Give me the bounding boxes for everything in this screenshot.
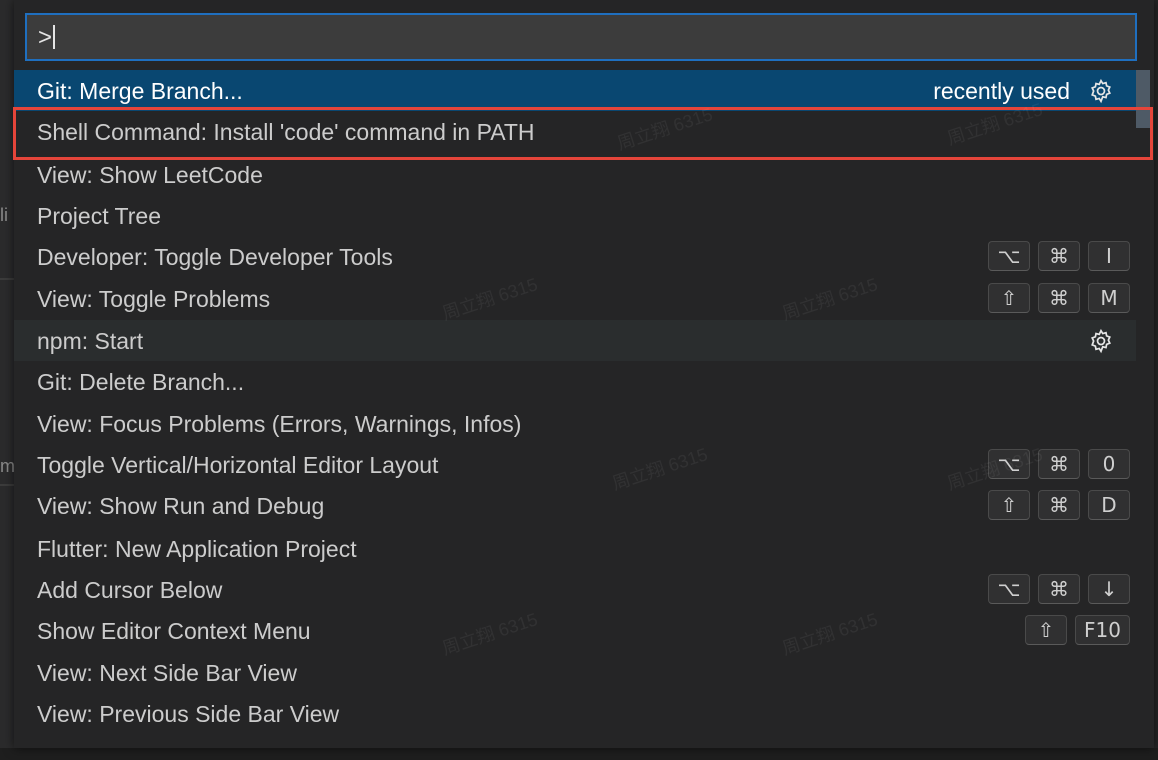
keybinding-key: ⇧ — [988, 490, 1030, 520]
command-item[interactable]: View: Show Run and Debug ⇧ ⌘ D — [14, 485, 1136, 526]
command-item[interactable]: View: Next Side Bar View — [14, 652, 1136, 693]
gear-icon[interactable] — [1088, 328, 1114, 354]
command-item[interactable]: Git: Merge Branch... recently used — [14, 70, 1136, 111]
background-divider — [0, 278, 14, 280]
command-item-label: Toggle Vertical/Horizontal Editor Layout — [37, 452, 439, 478]
command-item-label: View: Toggle Problems — [37, 286, 271, 312]
command-item-label: Git: Delete Branch... — [37, 369, 245, 395]
background-edge-text: li — [0, 205, 8, 225]
command-item-label: Show Editor Context Menu — [37, 618, 311, 644]
command-item[interactable]: View: Previous Side Bar View — [14, 693, 1136, 734]
command-item-label: View: Next Side Bar View — [37, 660, 297, 686]
command-item-label: View: Show Run and Debug — [37, 493, 325, 519]
keybinding-key: ⌥ — [988, 241, 1030, 271]
keybinding-key: ↓ — [1088, 574, 1130, 604]
command-item[interactable]: View: Show LeetCode — [14, 154, 1136, 195]
command-item-label: Git: Merge Branch... — [37, 78, 243, 104]
keybinding: ⌥ ⌘ I — [988, 241, 1130, 271]
gear-icon[interactable] — [1088, 78, 1114, 104]
keybinding-key: ⌘ — [1038, 283, 1080, 313]
command-item[interactable]: Git: Delete Branch... — [14, 361, 1136, 402]
keybinding-key: F10 — [1075, 615, 1130, 645]
command-item[interactable]: Add Cursor Below ⌥ ⌘ ↓ — [14, 569, 1136, 610]
keybinding-key: ⌘ — [1038, 490, 1080, 520]
keybinding-key: ⌘ — [1038, 241, 1080, 271]
editor-bottom-edge — [0, 748, 1158, 760]
command-item-label: View: Focus Problems (Errors, Warnings, … — [37, 411, 522, 437]
keybinding-key: ⌘ — [1038, 574, 1080, 604]
keybinding: ⌥ ⌘ ↓ — [988, 574, 1130, 604]
command-item-label: View: Show LeetCode — [37, 162, 263, 188]
keybinding-key: I — [1088, 241, 1130, 271]
command-item[interactable]: npm: Start — [14, 320, 1136, 361]
command-item-label: Developer: Toggle Developer Tools — [37, 244, 393, 270]
keybinding: ⇧ ⌘ M — [988, 283, 1130, 313]
command-item[interactable]: Project Tree — [14, 195, 1136, 236]
command-item-label: Flutter: New Application Project — [37, 536, 357, 562]
keybinding-key: ⇧ — [1025, 615, 1068, 645]
recently-used-label: recently used — [933, 78, 1070, 104]
keybinding-key: ⇧ — [988, 283, 1030, 313]
keybinding: ⇧ ⌘ D — [988, 490, 1130, 520]
background-sidebar-edge — [0, 0, 14, 760]
keybinding-key: ⌥ — [988, 574, 1030, 604]
keybinding: ⇧ F10 — [1025, 615, 1130, 645]
command-item-label: Add Cursor Below — [37, 577, 223, 603]
background-edge-text: m — [0, 456, 15, 476]
text-caret — [53, 25, 56, 49]
keybinding-key: M — [1088, 283, 1130, 313]
keybinding-key: 0 — [1088, 449, 1130, 479]
command-item[interactable]: Show Editor Context Menu ⇧ F10 — [14, 610, 1136, 651]
command-item[interactable]: Developer: Toggle Developer Tools ⌥ ⌘ I — [14, 236, 1136, 277]
command-input-value: > — [38, 24, 53, 51]
keybinding-key: D — [1088, 490, 1130, 520]
command-item[interactable]: View: Toggle Problems ⇧ ⌘ M — [14, 278, 1136, 319]
command-item[interactable]: View: Focus Problems (Errors, Warnings, … — [14, 403, 1136, 444]
command-item-label: Project Tree — [37, 203, 161, 229]
background-divider — [0, 484, 14, 486]
command-item[interactable]: Flutter: New Application Project — [14, 528, 1136, 569]
command-item-label: View: Previous Side Bar View — [37, 701, 340, 727]
command-item-label: npm: Start — [37, 328, 144, 354]
command-input[interactable]: > — [25, 13, 1137, 61]
